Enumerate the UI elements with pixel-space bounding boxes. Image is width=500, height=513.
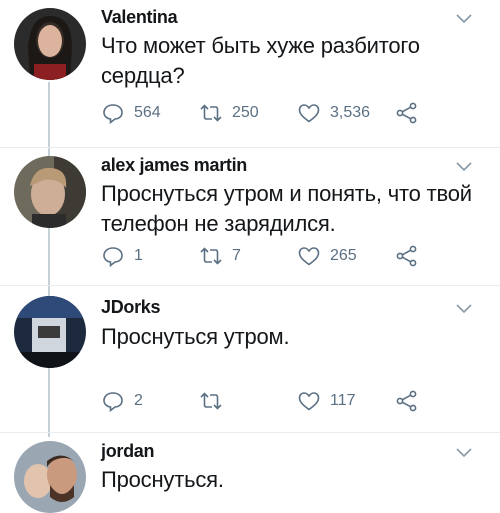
share-icon bbox=[396, 390, 417, 412]
retweet-icon bbox=[200, 392, 222, 410]
author-name[interactable]: Valentina bbox=[101, 7, 178, 28]
reply-count: 2 bbox=[134, 392, 143, 409]
like-count: 117 bbox=[330, 392, 356, 409]
author-name[interactable]: jordan bbox=[101, 441, 155, 462]
share-button[interactable] bbox=[395, 100, 419, 126]
tweet-text-line: Что может быть хуже разбитого bbox=[101, 33, 420, 58]
reply-button[interactable]: 2 bbox=[101, 388, 143, 414]
tweet-text-line: Проснуться. bbox=[101, 467, 224, 492]
tweet[interactable]: JDorks Проснуться утром. 2 117 bbox=[0, 286, 500, 430]
avatar[interactable] bbox=[14, 156, 86, 228]
chevron-down-icon[interactable] bbox=[456, 14, 472, 24]
retweet-icon bbox=[200, 247, 222, 265]
tweet-text-line: телефон не зарядился. bbox=[101, 211, 336, 236]
reply-icon bbox=[103, 247, 123, 268]
author-name[interactable]: JDorks bbox=[101, 297, 161, 318]
avatar[interactable] bbox=[14, 296, 86, 368]
tweet-actions: 1 7 265 bbox=[101, 243, 431, 269]
tweet[interactable]: jordan Проснуться. bbox=[0, 433, 500, 513]
chevron-down-icon[interactable] bbox=[456, 448, 472, 458]
reply-icon bbox=[103, 104, 123, 125]
like-button[interactable]: 117 bbox=[297, 388, 356, 414]
tweet-actions: 2 117 bbox=[101, 388, 431, 414]
tweet-text-line: Проснуться утром и понять, что твой bbox=[101, 181, 472, 206]
share-button[interactable] bbox=[395, 388, 419, 414]
author-name[interactable]: alex james martin bbox=[101, 155, 247, 176]
share-icon bbox=[396, 245, 417, 267]
like-count: 3,536 bbox=[330, 104, 371, 121]
chevron-down-icon[interactable] bbox=[456, 162, 472, 172]
tweet-text-line: Проснуться утром. bbox=[101, 324, 290, 349]
tweet[interactable]: Valentina Что может быть хуже разбитого … bbox=[0, 0, 500, 150]
tweet-text: Что может быть хуже разбитого сердца? bbox=[101, 31, 486, 91]
avatar[interactable] bbox=[14, 441, 86, 513]
retweet-button[interactable] bbox=[199, 388, 232, 414]
reply-icon bbox=[103, 392, 123, 413]
retweet-icon bbox=[200, 104, 222, 122]
reply-count: 1 bbox=[134, 247, 143, 264]
reply-count: 564 bbox=[134, 104, 161, 121]
heart-icon bbox=[298, 104, 320, 123]
share-button[interactable] bbox=[395, 243, 419, 269]
like-button[interactable]: 3,536 bbox=[297, 100, 370, 126]
reply-button[interactable]: 1 bbox=[101, 243, 143, 269]
tweet-text: Проснуться. bbox=[101, 465, 486, 495]
heart-icon bbox=[298, 247, 320, 266]
like-count: 265 bbox=[330, 247, 357, 264]
heart-icon bbox=[298, 392, 320, 411]
retweet-count: 250 bbox=[232, 104, 259, 121]
tweet[interactable]: alex james martin Проснуться утром и пон… bbox=[0, 148, 500, 288]
tweet-text: Проснуться утром и понять, что твой теле… bbox=[101, 179, 486, 239]
tweet-actions: 564 250 3,536 bbox=[101, 100, 431, 126]
chevron-down-icon[interactable] bbox=[456, 304, 472, 314]
retweet-button[interactable]: 250 bbox=[199, 100, 259, 126]
tweet-text: Проснуться утром. bbox=[101, 322, 486, 352]
reply-button[interactable]: 564 bbox=[101, 100, 161, 126]
retweet-count: 7 bbox=[232, 247, 241, 264]
tweet-text-line: сердца? bbox=[101, 63, 185, 88]
share-icon bbox=[396, 102, 417, 124]
avatar[interactable] bbox=[14, 8, 86, 80]
like-button[interactable]: 265 bbox=[297, 243, 357, 269]
retweet-button[interactable]: 7 bbox=[199, 243, 241, 269]
